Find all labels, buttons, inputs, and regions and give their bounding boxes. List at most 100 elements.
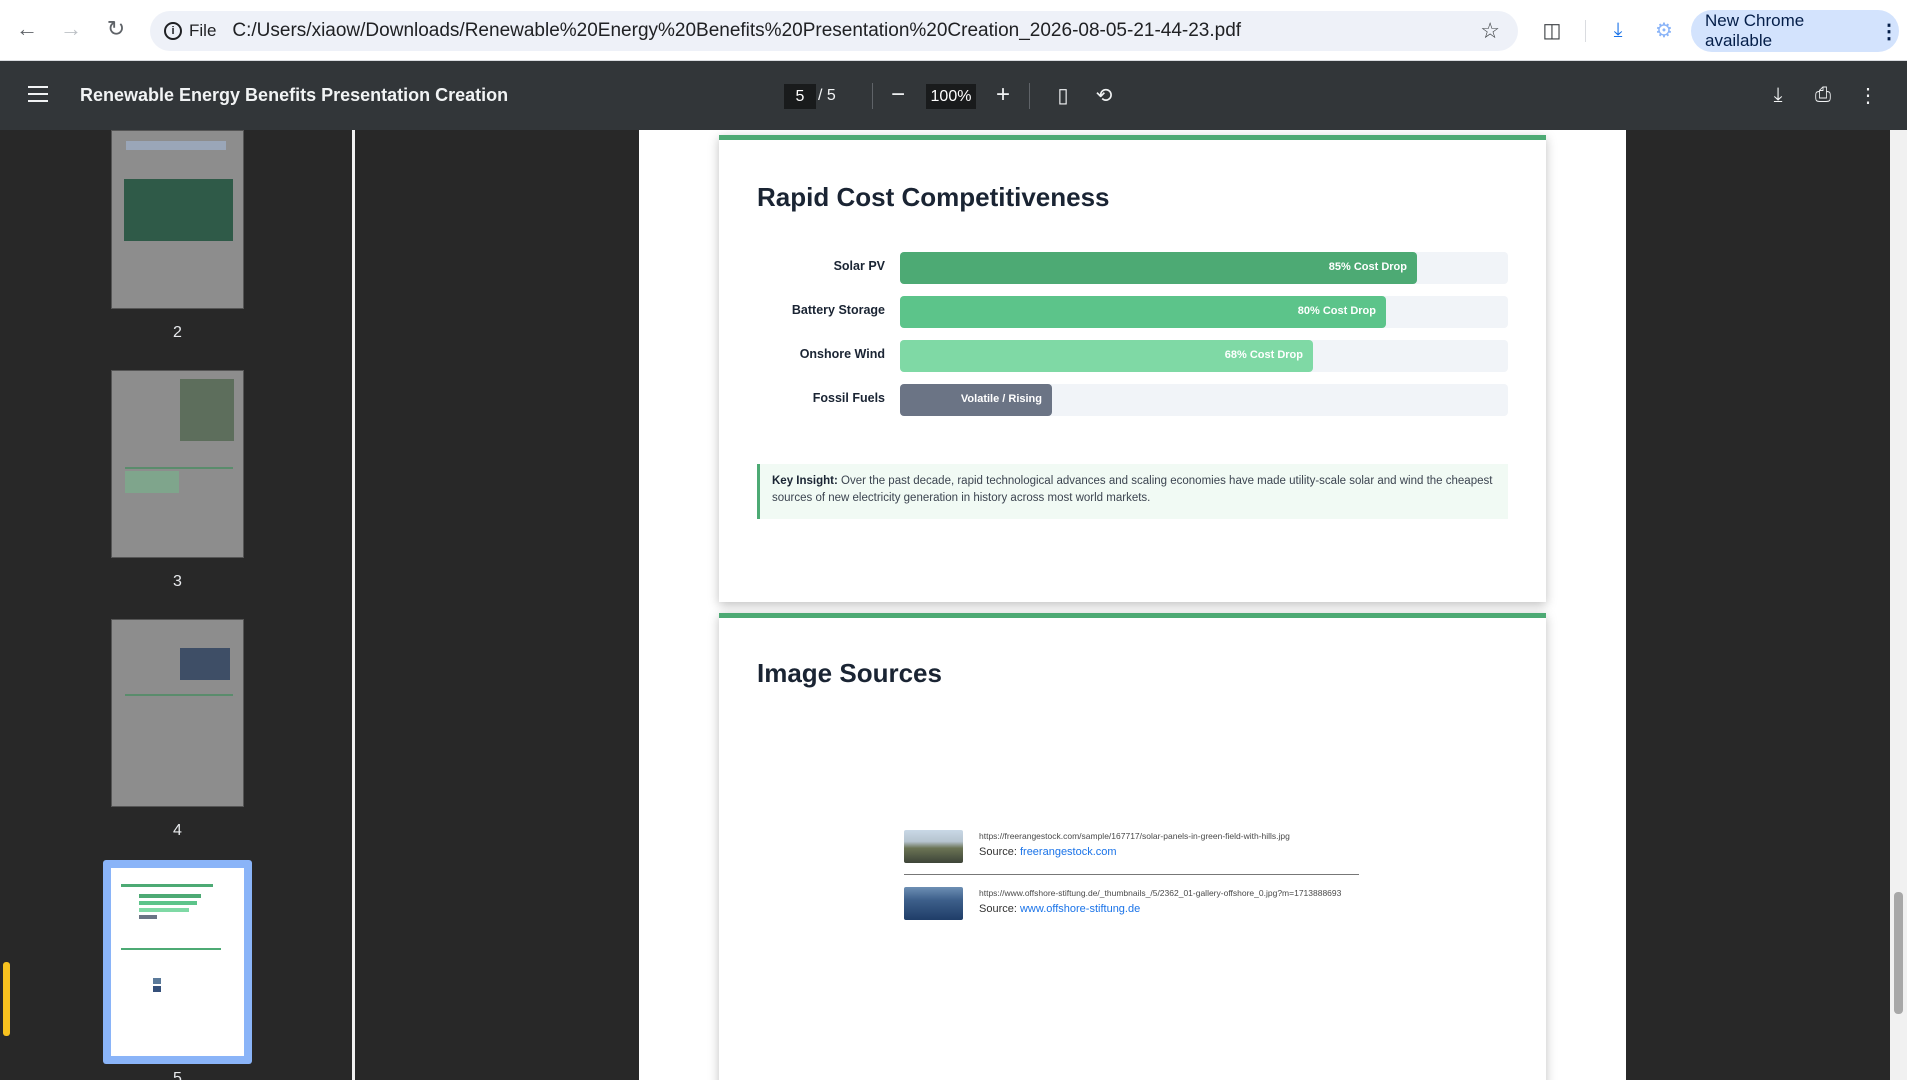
thumbnail-graphic: [139, 901, 197, 905]
thumbnail-graphic: [125, 467, 233, 469]
bar: Volatile / Rising: [900, 384, 1052, 416]
thumbnail-label: 5: [173, 1070, 182, 1080]
thumbnail-sidebar: 2 3 4 5 ▲ ▼: [0, 130, 355, 1080]
thumbnail-graphic: [126, 141, 226, 150]
page-thumbnail[interactable]: [111, 370, 244, 558]
side-indicator: [3, 962, 10, 1036]
key-insight-box: Key Insight: Over the past decade, rapid…: [757, 464, 1508, 519]
reload-icon[interactable]: ↻: [101, 14, 131, 44]
download-icon[interactable]: ⤓: [1604, 16, 1632, 44]
thumbnail-graphic: [139, 894, 201, 898]
bar-value-label: 68% Cost Drop: [1224, 349, 1303, 361]
bar-category-label: Onshore Wind: [799, 347, 885, 361]
url-text[interactable]: C:/Users/xiaow/Downloads/Renewable%20Ene…: [232, 20, 1241, 42]
toolbar-divider: [1585, 20, 1586, 42]
insight-text: Over the past decade, rapid technologica…: [772, 475, 1493, 504]
source-line: Source: freerangestock.com: [979, 846, 1117, 858]
bar-category-label: Solar PV: [833, 259, 885, 273]
source-prefix: Source:: [979, 846, 1020, 858]
thumbnail-graphic: [125, 471, 179, 493]
bar-track: 68% Cost Drop: [900, 340, 1508, 372]
sources-list: https://freerangestock.com/sample/167717…: [904, 828, 1359, 927]
solar-thumbnail-image: [904, 830, 963, 863]
zoom-in-icon[interactable]: +: [989, 81, 1017, 109]
bar-value-label: 85% Cost Drop: [1328, 261, 1407, 273]
bar-row: Battery Storage 80% Cost Drop: [719, 296, 1546, 328]
source-item: https://freerangestock.com/sample/167717…: [904, 828, 1359, 870]
thumbnail-graphic: [153, 978, 161, 984]
pdf-viewer: Rapid Cost Competitiveness Solar PV 85% C…: [372, 130, 1890, 1080]
forward-icon[interactable]: →: [56, 14, 86, 44]
more-vert-icon: ⋮: [1879, 20, 1899, 43]
bar: 68% Cost Drop: [900, 340, 1313, 372]
offshore-thumbnail-image: [904, 887, 963, 920]
viewer-scrollbar-thumb[interactable]: [1894, 892, 1903, 1014]
thumbnail-graphic: [139, 908, 189, 912]
source-prefix: Source:: [979, 903, 1020, 915]
source-item: https://www.offshore-stiftung.de/_thumbn…: [904, 885, 1359, 927]
rotate-icon[interactable]: ⟲: [1090, 81, 1118, 109]
bookmark-star-icon[interactable]: ☆: [1480, 18, 1500, 44]
page-number-input[interactable]: 5: [784, 84, 816, 109]
bar-category-label: Battery Storage: [791, 303, 885, 317]
print-icon[interactable]: ⎙: [1809, 81, 1837, 109]
update-chrome-button[interactable]: New Chrome available ⋮: [1691, 10, 1899, 52]
thumbnail-label: 3: [173, 573, 182, 590]
bar-row: Fossil Fuels Volatile / Rising: [719, 384, 1546, 416]
insight-label: Key Insight:: [772, 475, 838, 487]
page-thumbnail[interactable]: [111, 619, 244, 807]
site-info-label: File: [189, 21, 217, 40]
bar-value-label: 80% Cost Drop: [1297, 305, 1376, 317]
update-label: New Chrome available: [1705, 11, 1805, 50]
thumbnail-label: 4: [173, 822, 182, 839]
page-total: / 5: [818, 87, 836, 104]
menu-icon[interactable]: [28, 86, 48, 102]
omnibox[interactable]: i File C:/Users/xiaow/Downloads/Renewabl…: [150, 11, 1518, 51]
document-title: Renewable Energy Benefits Presentation C…: [80, 85, 509, 105]
sidebar-scrollbar[interactable]: [352, 130, 355, 1080]
thumbnail-graphic: [121, 948, 221, 950]
back-icon[interactable]: ←: [12, 14, 42, 44]
site-info-chip[interactable]: i File: [162, 17, 226, 45]
more-actions-icon[interactable]: ⋮: [1854, 81, 1882, 109]
bar-category-label: Fossil Fuels: [812, 391, 885, 405]
thumbnail-graphic: [180, 648, 230, 680]
thumbnail-graphic: [125, 694, 233, 696]
bar: 80% Cost Drop: [900, 296, 1386, 328]
thumbnail-label: 2: [173, 324, 182, 341]
bar-row: Onshore Wind 68% Cost Drop: [719, 340, 1546, 372]
page-thumbnail[interactable]: [111, 130, 244, 309]
pdf-toolbar: Renewable Energy Benefits Presentation C…: [0, 61, 1907, 130]
thumbnail-graphic: [153, 986, 161, 992]
bar-track: 80% Cost Drop: [900, 296, 1508, 328]
slide-title: Rapid Cost Competitiveness: [757, 182, 1110, 212]
slide-title: Image Sources: [757, 658, 942, 688]
bar-row: Solar PV 85% Cost Drop: [719, 252, 1546, 284]
source-link[interactable]: freerangestock.com: [1020, 846, 1117, 858]
bar-track: 85% Cost Drop: [900, 252, 1508, 284]
thumbnail-graphic: [139, 915, 157, 919]
source-url: https://freerangestock.com/sample/167717…: [979, 831, 1290, 841]
pdf-page: Rapid Cost Competitiveness Solar PV 85% C…: [639, 130, 1626, 1080]
fit-page-icon[interactable]: ▯: [1049, 81, 1077, 109]
bar: 85% Cost Drop: [900, 252, 1417, 284]
page-thumbnail-selected[interactable]: [103, 860, 252, 1064]
toolbar-divider: [1029, 83, 1030, 109]
browser-toolbar: ← → ↻ i File C:/Users/xiaow/Downloads/Re…: [0, 0, 1907, 61]
thumbnail-page: [111, 868, 244, 1056]
source-divider: [904, 874, 1359, 875]
source-line: Source: www.offshore-stiftung.de: [979, 903, 1140, 915]
slide-cost-competitiveness: Rapid Cost Competitiveness Solar PV 85% C…: [719, 135, 1546, 602]
zoom-level-input[interactable]: 100%: [926, 84, 976, 109]
source-url: https://www.offshore-stiftung.de/_thumbn…: [979, 888, 1342, 898]
slide-image-sources: Image Sources https://freerangestock.com…: [719, 613, 1546, 1080]
toolbar-divider: [872, 83, 873, 109]
thumbnail-graphic: [121, 884, 213, 887]
extensions-icon[interactable]: ◫: [1538, 16, 1566, 44]
download-icon[interactable]: ⤓: [1764, 81, 1792, 109]
bar-track: Volatile / Rising: [900, 384, 1508, 416]
source-link[interactable]: www.offshore-stiftung.de: [1020, 903, 1140, 915]
profile-icon[interactable]: ⚙: [1650, 16, 1678, 44]
zoom-out-icon[interactable]: −: [884, 81, 912, 109]
thumbnail-graphic: [124, 179, 233, 241]
